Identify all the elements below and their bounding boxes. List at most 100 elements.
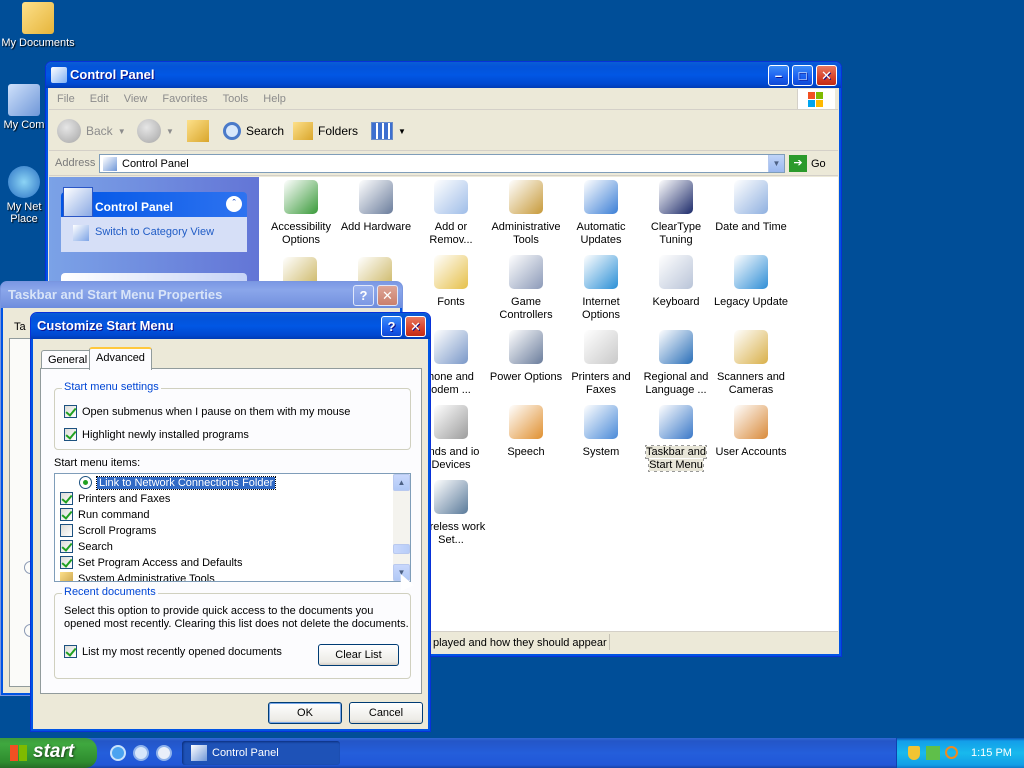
desktop-icon[interactable] [156, 745, 172, 761]
cp-item-system[interactable]: System [563, 405, 639, 459]
taskbar-button-label: Control Panel [212, 747, 279, 759]
advanced-tab-panel: Start menu settings Open submenus when I… [40, 368, 422, 694]
chevron-down-icon: ▼ [398, 126, 406, 136]
menu-file[interactable]: File [49, 88, 82, 105]
cp-item-label: Scanners and Cameras [717, 371, 785, 396]
menu-view[interactable]: View [116, 88, 155, 105]
ok-button[interactable]: OK [268, 702, 342, 724]
cp-item-taskbar-and-start-menu[interactable]: Taskbar and Start Menu [638, 405, 714, 472]
title-bar[interactable]: Customize Start Menu ? ✕ [31, 313, 430, 339]
ie-icon[interactable] [110, 745, 126, 761]
clock[interactable]: 1:15 PM [971, 747, 1012, 759]
cp-item-speech[interactable]: Speech [488, 405, 564, 459]
status-divider [609, 634, 610, 650]
taskbar: start Control Panel 1:15 PM [0, 738, 1024, 768]
cp-item-add-hardware[interactable]: Add Hardware [338, 180, 414, 234]
checkbox-box[interactable] [64, 405, 77, 418]
list-item[interactable]: Printers and Faxes [60, 492, 170, 505]
cp-item-regional-and-language[interactable]: Regional and Language ... [638, 330, 714, 397]
list-scrollbar[interactable]: ▲ ▼ [393, 474, 410, 581]
cp-item-scanners-and-cameras[interactable]: Scanners and Cameras [713, 330, 789, 397]
cp-item-label: Printers and Faxes [571, 371, 631, 396]
checkbox-box[interactable] [60, 524, 73, 537]
cp-item-user-accounts[interactable]: User Accounts [713, 405, 789, 459]
tab-fragment[interactable]: Ta [14, 321, 26, 333]
maximize-button[interactable]: □ [792, 65, 813, 86]
address-input[interactable]: Control Panel ▼ [99, 154, 785, 173]
checkbox-box[interactable] [60, 508, 73, 521]
cp-item-label: Add Hardware [340, 221, 412, 233]
menu-tools[interactable]: Tools [215, 88, 256, 105]
folders-icon [293, 122, 313, 140]
title-bar[interactable]: Taskbar and Start Menu Properties ? ✕ [1, 282, 402, 308]
start-menu-items-list[interactable]: Link to Network Connections Folder Print… [54, 473, 411, 582]
menu-favorites[interactable]: Favorites [154, 88, 214, 105]
folders-button[interactable]: Folders [293, 117, 358, 145]
minimize-button[interactable]: – [768, 65, 789, 86]
list-item[interactable]: Run command [60, 508, 150, 521]
list-item[interactable]: System Administrative Tools [60, 572, 215, 581]
menu-help[interactable]: Help [255, 88, 293, 105]
list-item[interactable]: Search [60, 540, 113, 553]
help-button[interactable]: ? [381, 316, 402, 337]
tab-advanced[interactable]: Advanced [89, 347, 152, 370]
cancel-button[interactable]: Cancel [349, 702, 423, 724]
menu-edit[interactable]: Edit [82, 88, 116, 105]
tab-general[interactable]: General [41, 350, 95, 369]
highlight-new-programs-checkbox[interactable]: Highlight newly installed programs [64, 428, 249, 441]
start-button[interactable]: start [0, 738, 97, 768]
cp-item-keyboard[interactable]: Keyboard [638, 255, 714, 309]
cp-item-add-or-remov[interactable]: Add or Remov... [413, 180, 489, 247]
go-button[interactable]: ➔ Go [789, 155, 826, 172]
close-button[interactable]: ✕ [816, 65, 837, 86]
toolbar: Back ▼ ▼ Search Folders ▼ [49, 111, 838, 151]
search-button[interactable]: Search [223, 117, 284, 145]
list-item[interactable]: Set Program Access and Defaults [60, 556, 242, 569]
cp-item-accessibility-options[interactable]: Accessibility Options [263, 180, 339, 247]
cp-item-date-and-time[interactable]: Date and Time [713, 180, 789, 234]
desktop-icon-my-documents[interactable]: My Documents [0, 2, 76, 49]
forward-button[interactable]: ▼ [137, 117, 174, 145]
open-submenus-checkbox[interactable]: Open submenus when I pause on them with … [64, 405, 350, 418]
list-recent-documents-checkbox[interactable]: List my most recently opened documents [64, 645, 282, 658]
collapse-icon[interactable]: ˆ [226, 196, 242, 212]
close-button[interactable]: ✕ [405, 316, 426, 337]
taskbar-button-control-panel[interactable]: Control Panel [182, 741, 340, 765]
task-box-header[interactable]: Control Panel ˆ [61, 187, 247, 217]
checkbox-box[interactable] [64, 645, 77, 658]
network-icon[interactable] [926, 746, 940, 760]
clear-list-button[interactable]: Clear List [318, 644, 399, 666]
up-folder-button[interactable] [187, 117, 209, 145]
cp-item-administrative-tools[interactable]: Administrative Tools [488, 180, 564, 247]
cp-item-power-options[interactable]: Power Options [488, 330, 564, 384]
address-dropdown-button[interactable]: ▼ [768, 155, 784, 172]
address-label: Address [55, 157, 96, 169]
search-icon[interactable] [945, 746, 958, 759]
radio-button[interactable] [79, 476, 92, 489]
checkbox-box[interactable] [60, 540, 73, 553]
cp-item-printers-and-faxes[interactable]: Printers and Faxes [563, 330, 639, 397]
cp-item-label: Internet Options [582, 296, 620, 321]
media-icon[interactable] [133, 745, 149, 761]
cp-item-fonts[interactable]: Fonts [413, 255, 489, 309]
title-bar[interactable]: Control Panel – □ ✕ [46, 62, 841, 88]
cp-item-game-controllers[interactable]: Game Controllers [488, 255, 564, 322]
security-shield-icon[interactable] [908, 746, 920, 760]
windows-flag-icon [10, 745, 27, 761]
cp-item-legacy-update[interactable]: Legacy Update [713, 255, 789, 309]
views-button[interactable]: ▼ [371, 117, 406, 145]
scroll-thumb[interactable] [393, 544, 410, 554]
close-button[interactable]: ✕ [377, 285, 398, 306]
list-item[interactable]: Scroll Programs [60, 524, 156, 537]
switch-to-category-view-link[interactable]: Switch to Category View [95, 226, 214, 238]
checkbox-box[interactable] [64, 428, 77, 441]
help-button[interactable]: ? [353, 285, 374, 306]
cp-item-automatic-updates[interactable]: Automatic Updates [563, 180, 639, 247]
cp-item-cleartype-tuning[interactable]: ClearType Tuning [638, 180, 714, 247]
scroll-up-button[interactable]: ▲ [393, 474, 410, 491]
checkbox-box[interactable] [60, 492, 73, 505]
list-item[interactable]: Link to Network Connections Folder [79, 475, 277, 490]
checkbox-box[interactable] [60, 556, 73, 569]
cp-item-internet-options[interactable]: Internet Options [563, 255, 639, 322]
back-button[interactable]: Back ▼ [57, 117, 126, 145]
